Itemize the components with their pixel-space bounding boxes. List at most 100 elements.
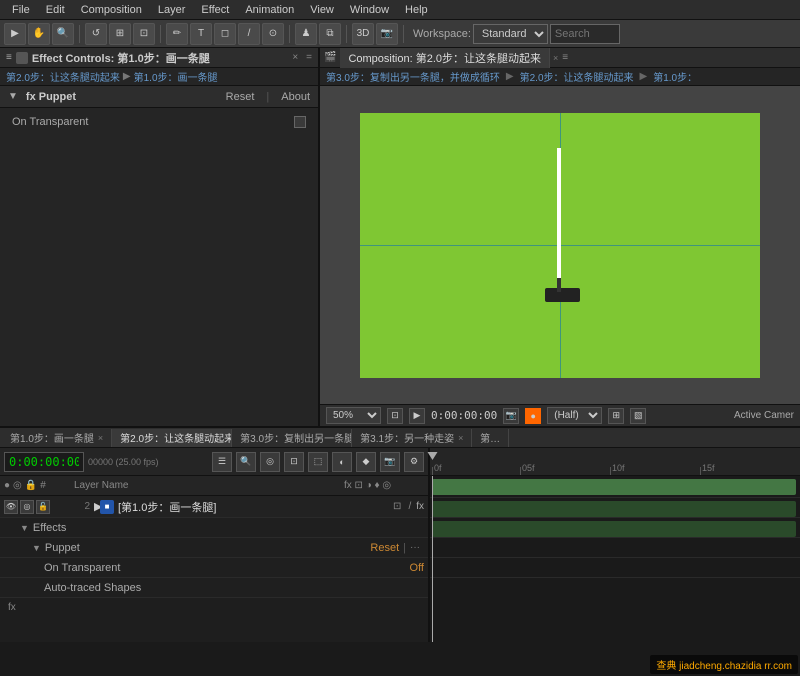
on-transparent-checkbox[interactable] <box>294 116 306 128</box>
col-header-solo: ◎ <box>13 480 22 491</box>
menu-bar: File Edit Composition Layer Effect Anima… <box>0 0 800 20</box>
brush-tool[interactable]: / <box>238 23 260 45</box>
live-update-btn[interactable]: ⬚ <box>308 452 328 472</box>
toolbar: ▶ ✋ 🔍 ↺ ⊞ ⊡ ✏ T ◻ / ⊙ ♟ ⧉ 3D 📷 Workspace… <box>0 20 800 48</box>
tool2[interactable]: ⊞ <box>109 23 131 45</box>
search-layers-btn[interactable]: 🔍 <box>236 452 256 472</box>
zoom-tool[interactable]: 🔍 <box>52 23 74 45</box>
zoom-select[interactable]: 50% <box>326 407 381 424</box>
comp-nav-item2[interactable]: 第2.0步：让这条腿动起来 <box>520 69 634 84</box>
timecode-input[interactable] <box>4 452 84 472</box>
comp-nav-item1[interactable]: 第3.0步：复制出另一条腿，并做成循环 <box>326 69 500 84</box>
tool3[interactable]: ⊡ <box>133 23 155 45</box>
menu-view[interactable]: View <box>302 2 342 18</box>
timecode-display: 0:00:00:00 <box>431 409 497 422</box>
frame-blend-btn[interactable]: ⊡ <box>284 452 304 472</box>
on-transparent-sub-row: On Transparent Off <box>0 558 428 578</box>
effects-triangle[interactable]: ▼ <box>20 523 29 533</box>
quality-select[interactable]: (Half) <box>547 407 602 424</box>
layer-solo-icon[interactable]: ◎ <box>20 500 34 514</box>
camera-btn[interactable]: 📷 <box>380 452 400 472</box>
effect-controls-close-btn[interactable]: × <box>292 52 298 63</box>
layer-type-icon: ■ <box>100 500 114 514</box>
marker-btn[interactable]: ◆ <box>356 452 376 472</box>
puppet-expand-icon[interactable]: ▼ <box>8 91 18 102</box>
menu-effect[interactable]: Effect <box>193 2 237 18</box>
layer-fx-group: ⊡ / fx <box>391 501 424 512</box>
layer-edit-btn[interactable]: fx <box>416 501 424 512</box>
layer-visibility-icon[interactable]: 👁 <box>4 500 18 514</box>
col-header-num: # <box>40 480 46 491</box>
menu-layer[interactable]: Layer <box>150 2 194 18</box>
puppet-triangle[interactable]: ▼ <box>32 543 41 553</box>
fps-label: 00000 (25.00 fps) <box>88 457 159 467</box>
timeline-tab-5[interactable]: 第… <box>472 429 509 447</box>
puppet-reset-btn[interactable]: Reset <box>226 91 255 103</box>
render-btn[interactable]: ⚙ <box>404 452 424 472</box>
hand-tool[interactable]: ✋ <box>28 23 50 45</box>
menu-edit[interactable]: Edit <box>38 2 73 18</box>
menu-animation[interactable]: Animation <box>237 2 302 18</box>
breadcrumb-link2[interactable]: 第1.0步：画一条腿 <box>134 69 218 84</box>
tab1-label: 第1.0步：画一条腿 <box>10 430 94 445</box>
comp-nav-item3[interactable]: 第1.0步： <box>653 69 697 84</box>
layer-name-text[interactable]: [第1.0步：画一条腿] <box>118 499 391 515</box>
menu-help[interactable]: Help <box>397 2 436 18</box>
preview-icon[interactable]: ▶ <box>409 408 425 424</box>
grid-icon[interactable]: ⊞ <box>608 408 624 424</box>
tab1-close[interactable]: × <box>98 433 103 443</box>
puppet-more[interactable]: ··· <box>410 542 420 553</box>
timeline-tab-3[interactable]: 第3.0步：复制出另一条腿，并做成循环 × <box>232 429 352 447</box>
workspace-select[interactable]: Standard <box>473 24 548 44</box>
col-header-lock: 🔒 <box>25 480 37 491</box>
timeline-tab-2[interactable]: 第2.0步：让这条腿动起来 × <box>112 429 232 447</box>
track-sub-effects <box>430 498 800 518</box>
shape-tool[interactable]: ◻ <box>214 23 236 45</box>
camera-label: Active Camer <box>734 410 794 421</box>
watermark: 查典 jiadcheng.chazidia rr.com <box>650 655 798 674</box>
comp-nav-bar: 第3.0步：复制出另一条腿，并做成循环 ▶ 第2.0步：让这条腿动起来 ▶ 第1… <box>320 68 800 86</box>
camera-icon[interactable]: 📷 <box>503 408 519 424</box>
comp-nav-sep1: ▶ <box>506 71 514 82</box>
col-header-eye: ● <box>4 480 10 491</box>
layer-switch-btn2[interactable]: / <box>406 501 413 512</box>
sep4 <box>346 25 347 43</box>
solo-btn[interactable]: ☰ <box>212 452 232 472</box>
menu-composition[interactable]: Composition <box>73 2 150 18</box>
rotate-tool[interactable]: ↺ <box>85 23 107 45</box>
tab4-close[interactable]: × <box>458 433 463 443</box>
roto-tool[interactable]: ⧉ <box>319 23 341 45</box>
puppet-reset-link[interactable]: Reset <box>370 542 399 554</box>
puppet-tool[interactable]: ♟ <box>295 23 317 45</box>
on-transparent-value[interactable]: Off <box>410 562 424 574</box>
fit-icon[interactable]: ⊡ <box>387 408 403 424</box>
menu-file[interactable]: File <box>4 2 38 18</box>
pen-tool[interactable]: ✏ <box>166 23 188 45</box>
timeline-tab-4[interactable]: 第3.1步：另一种走姿 × <box>352 429 472 447</box>
layer-fx-switch-btn[interactable]: ⊡ <box>391 501 403 512</box>
effect-controls-header: ≡ Effect Controls: 第1.0步：画一条腿 × = <box>0 48 318 68</box>
3d-tool[interactable]: 3D <box>352 23 374 45</box>
comp-tab-main[interactable]: Composition: 第2.0步：让这条腿动起来 <box>340 48 550 68</box>
clone-tool[interactable]: ⊙ <box>262 23 284 45</box>
color-icon[interactable]: ● <box>525 408 541 424</box>
region-icon[interactable]: ▧ <box>630 408 646 424</box>
timeline-tracks: 0f 05f 10f 15f <box>430 448 800 642</box>
layer-lock-icon[interactable]: 🔓 <box>36 500 50 514</box>
menu-window[interactable]: Window <box>342 2 397 18</box>
panel-menu-icon[interactable]: ≡ <box>6 52 12 63</box>
motion-blur-btn[interactable]: ◎ <box>260 452 280 472</box>
text-tool[interactable]: T <box>190 23 212 45</box>
effect-controls-menu-btn[interactable]: = <box>306 52 312 63</box>
cam-tool[interactable]: 📷 <box>376 23 398 45</box>
draft-btn[interactable]: ◐ <box>332 452 352 472</box>
search-input[interactable] <box>550 24 620 44</box>
tab2-label: 第2.0步：让这条腿动起来 <box>120 430 232 445</box>
puppet-about-btn[interactable]: About <box>281 91 310 103</box>
timeline-tab-1[interactable]: 第1.0步：画一条腿 × <box>2 429 112 447</box>
comp-tab-menu[interactable]: ≡ <box>562 52 568 63</box>
composition-panel: 🎬 Composition: 第2.0步：让这条腿动起来 × ≡ 第3.0步：复… <box>320 48 800 426</box>
comp-tab-close[interactable]: × <box>553 53 558 63</box>
breadcrumb-link1[interactable]: 第2.0步：让这条腿动起来 <box>6 69 120 84</box>
select-tool[interactable]: ▶ <box>4 23 26 45</box>
